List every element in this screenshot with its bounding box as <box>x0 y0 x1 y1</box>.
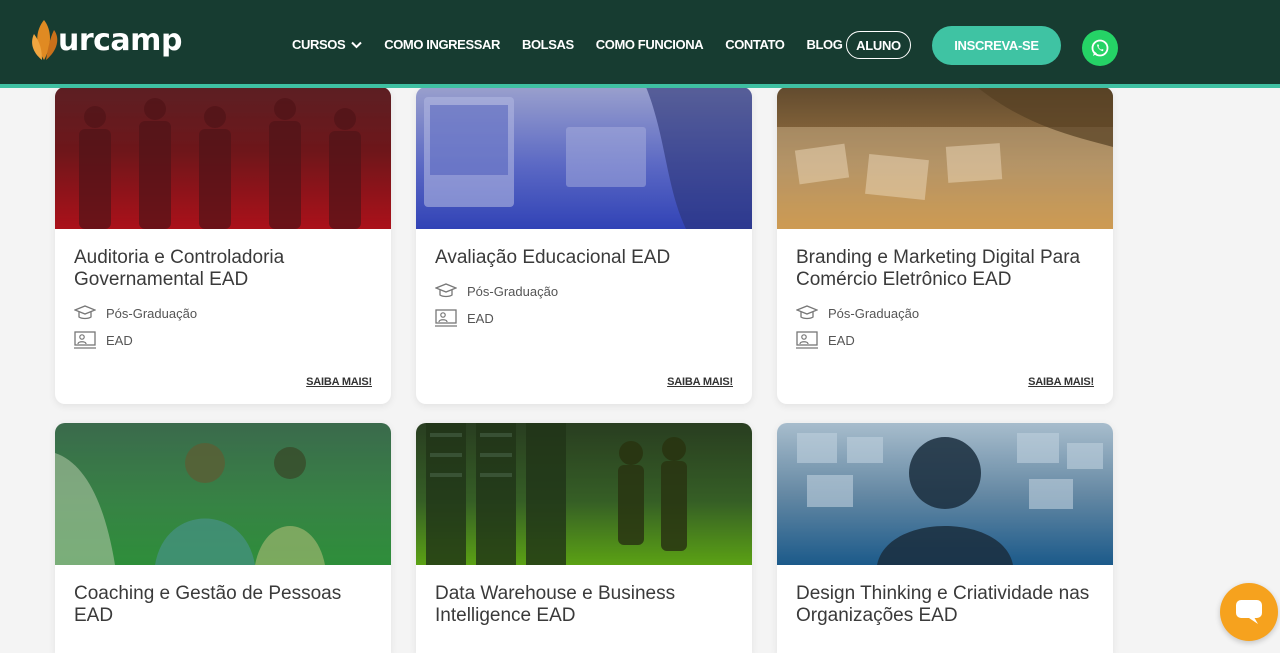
graduation-cap-icon <box>74 305 96 320</box>
course-title: Avaliação Educacional EAD <box>435 247 671 268</box>
course-card[interactable]: Branding e Marketing Digital Para Comérc… <box>777 87 1113 404</box>
nav-contato[interactable]: CONTATO <box>725 37 785 52</box>
nav-como-funciona[interactable]: COMO FUNCIONA <box>596 37 704 52</box>
course-image <box>777 423 1113 565</box>
saiba-mais-link[interactable]: SAIBA MAIS! <box>306 376 372 388</box>
nav-cursos[interactable]: CURSOS <box>292 37 362 52</box>
urcamp-logo[interactable]: urcamp <box>30 14 182 66</box>
nav-cursos-label: CURSOS <box>292 36 346 52</box>
logo-leaf-icon <box>30 16 60 64</box>
course-title: Data Warehouse e Business Intelligence E… <box>435 583 676 626</box>
main-nav: CURSOS COMO INGRESSAR BOLSAS COMO FUNCIO… <box>292 0 864 88</box>
chat-button[interactable] <box>1220 583 1278 641</box>
course-level: Pós-Graduação <box>74 305 372 321</box>
course-level: Pós-Graduação <box>796 305 1094 321</box>
course-image <box>416 87 752 229</box>
course-level-label: Pós-Graduação <box>467 283 559 299</box>
saiba-mais-link[interactable]: SAIBA MAIS! <box>1028 376 1094 388</box>
course-image <box>55 87 391 229</box>
course-level: Pós-Graduação <box>435 283 733 299</box>
course-card[interactable]: Design Thinking e Criatividade nas Organ… <box>777 423 1113 653</box>
course-level-label: Pós-Graduação <box>106 305 198 321</box>
course-title: Auditoria e Controladoria Governamental … <box>74 247 285 290</box>
course-title: Design Thinking e Criatividade nas Organ… <box>796 583 1090 626</box>
course-modality-label: EAD <box>106 332 133 348</box>
nav-bolsas[interactable]: BOLSAS <box>522 37 574 52</box>
whatsapp-button[interactable] <box>1082 30 1118 66</box>
site-header: urcamp CURSOS COMO INGRESSAR BOLSAS COMO… <box>0 0 1280 88</box>
course-card[interactable]: Data Warehouse e Business Intelligence E… <box>416 423 752 653</box>
course-card[interactable]: Coaching e Gestão de Pessoas EAD <box>55 423 391 653</box>
course-title: Coaching e Gestão de Pessoas EAD <box>74 583 342 626</box>
course-card[interactable]: Avaliação Educacional EAD Pós-Graduação … <box>416 87 752 404</box>
inscreva-se-button[interactable]: INSCREVA-SE <box>932 26 1061 65</box>
course-card[interactable]: Auditoria e Controladoria Governamental … <box>55 87 391 404</box>
logo-text: urcamp <box>58 22 182 58</box>
nav-como-ingressar[interactable]: COMO INGRESSAR <box>384 37 500 52</box>
chat-bubble-icon <box>1236 600 1262 624</box>
saiba-mais-link[interactable]: SAIBA MAIS! <box>667 376 733 388</box>
online-class-icon <box>796 331 818 349</box>
aluno-button[interactable]: ALUNO <box>846 31 911 59</box>
course-image <box>55 423 391 565</box>
course-modality: EAD <box>796 331 1094 349</box>
graduation-cap-icon <box>796 305 818 320</box>
course-image <box>416 423 752 565</box>
online-class-icon <box>435 309 457 327</box>
course-modality: EAD <box>74 331 372 349</box>
online-class-icon <box>74 331 96 349</box>
chevron-down-icon <box>351 37 362 52</box>
whatsapp-icon <box>1091 39 1109 57</box>
course-level-label: Pós-Graduação <box>828 305 920 321</box>
course-title: Branding e Marketing Digital Para Comérc… <box>796 247 1081 290</box>
course-modality-label: EAD <box>467 310 494 326</box>
course-image <box>777 87 1113 229</box>
nav-blog[interactable]: BLOG <box>807 37 843 52</box>
course-modality: EAD <box>435 309 733 327</box>
course-modality-label: EAD <box>828 332 855 348</box>
graduation-cap-icon <box>435 283 457 298</box>
